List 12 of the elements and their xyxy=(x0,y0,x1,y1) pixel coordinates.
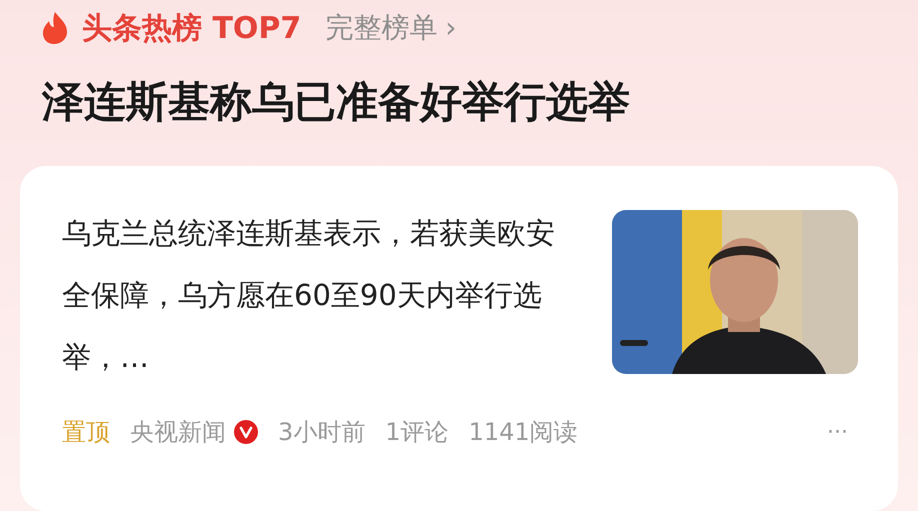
hot-list-title: 头条热榜 TOP7 xyxy=(82,10,302,48)
meta-text: 3小时前 xyxy=(278,417,366,448)
meta-text: 1评论 xyxy=(385,417,449,448)
news-card[interactable]: 乌克兰总统泽连斯基表示，若获美欧安全保障，乌方愿在60至90天内举行选举，… 置顶 央视新闻 3小时前 1评论 1141阅读 ··· xyxy=(20,166,898,511)
full-list-link[interactable]: 完整榜单 › xyxy=(325,7,456,49)
news-summary: 乌克兰总统泽连斯基表示，若获美欧安全保障，乌方愿在60至90天内举行选举，… xyxy=(62,215,556,376)
more-icon[interactable]: ··· xyxy=(827,416,848,448)
source-name[interactable]: 央视新闻 xyxy=(130,414,226,450)
meta-text: 1141阅读 xyxy=(468,417,578,448)
pinned-tag: 置顶 xyxy=(62,414,110,450)
headline[interactable]: 泽连斯基称乌已准备好举行选举 xyxy=(0,74,918,130)
flame-icon xyxy=(40,11,70,45)
